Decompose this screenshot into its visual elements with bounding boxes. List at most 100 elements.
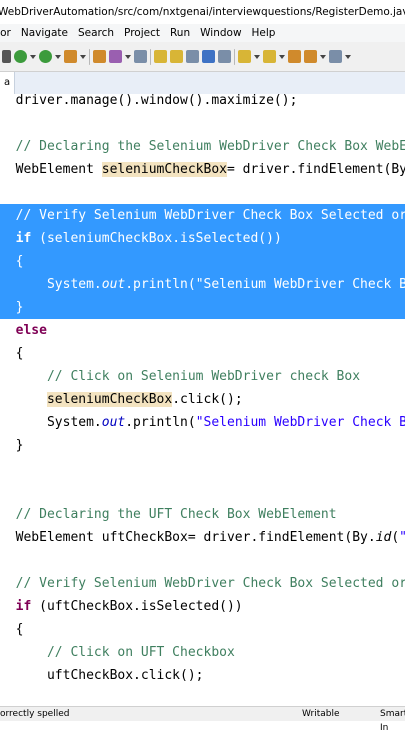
next-annotation-icon[interactable] (238, 50, 251, 63)
editor-tab-strip: a (0, 72, 405, 95)
code-token: } (0, 300, 24, 315)
dropdown-caret-icon[interactable] (254, 54, 260, 59)
toggle-block-selection-icon[interactable] (218, 50, 231, 63)
code-line[interactable]: System.out.println("Selenium WebDriver C… (0, 411, 405, 434)
debug-icon[interactable] (14, 50, 27, 63)
search-icon[interactable] (186, 50, 199, 63)
code-line[interactable]: driver.manage().window().maximize(); (0, 94, 405, 112)
toolbar (0, 42, 405, 72)
run-icon[interactable] (39, 50, 52, 63)
menu-item[interactable]: Project (124, 24, 160, 42)
toolbar-grip-icon (2, 50, 11, 63)
editor-tab-label: a (4, 77, 11, 88)
code-line[interactable]: // Click on UFT Checkbox (0, 641, 405, 664)
code-line[interactable] (0, 181, 405, 204)
status-insert-mode: Smart In (380, 709, 405, 733)
code-line[interactable]: // Declaring the Selenium WebDriver Chec… (0, 135, 405, 158)
menu-item[interactable]: Help (252, 24, 276, 42)
code-line[interactable] (0, 480, 405, 503)
code-token: // Click on UFT Checkbox (0, 645, 235, 660)
code-line[interactable]: } (0, 434, 405, 457)
dropdown-caret-icon[interactable] (320, 54, 326, 59)
code-token: if (15, 231, 32, 246)
code-token: "Selenium WebDriver Check Box is Not Sel… (195, 277, 405, 292)
code-token: uftCheckBox.click(); (0, 668, 204, 683)
code-token: driver.manage().window().maximize(); (0, 94, 298, 108)
last-edit-location-icon[interactable] (288, 50, 301, 63)
menu-item[interactable]: Navigate (21, 24, 68, 42)
open-task-icon[interactable] (170, 50, 183, 63)
menu-item[interactable]: tor (0, 24, 11, 42)
code-token: .println( (125, 415, 196, 430)
code-token: else (15, 323, 47, 338)
code-token: seleniumCheckBox (101, 162, 227, 177)
code-line[interactable]: { (0, 342, 405, 365)
code-token: System. (0, 415, 102, 430)
code-line[interactable]: seleniumCheckBox.click(); (0, 388, 405, 411)
menu-item[interactable]: Window (200, 24, 241, 42)
code-line[interactable]: } (0, 296, 405, 319)
dropdown-caret-icon[interactable] (30, 54, 36, 59)
status-spelling: orrectly spelled (0, 709, 70, 719)
code-token: // Verify Selenium WebDriver Check Box S… (0, 208, 405, 223)
previous-annotation-icon[interactable] (263, 50, 276, 63)
code-line[interactable]: if (seleniumCheckBox.isSelected()) (0, 227, 405, 250)
menu-bar: tor Navigate Search Project Run Window Help (0, 24, 405, 42)
editor-tab[interactable]: a (0, 72, 16, 94)
new-package-icon[interactable] (109, 50, 122, 63)
status-writable: Writable (302, 709, 340, 719)
code-token: = driver.findElement(By. (226, 162, 405, 177)
menu-item[interactable]: Run (170, 24, 190, 42)
toolbar-separator (89, 48, 90, 65)
code-line[interactable] (0, 457, 405, 480)
code-token: // Click on Selenium WebDriver check Box (0, 369, 361, 384)
code-token: if (15, 599, 32, 614)
toolbar-separator (234, 48, 235, 65)
code-line[interactable]: else (0, 319, 405, 342)
code-line[interactable]: if (uftCheckBox.isSelected()) (0, 595, 405, 618)
code-token: out (101, 415, 126, 430)
window-title: WebDriverAutomation/src/com/nxtgenai/int… (0, 6, 405, 18)
code-token: // Verify Selenium WebDriver Check Box S… (0, 576, 405, 591)
dropdown-caret-icon[interactable] (55, 54, 61, 59)
new-java-project-icon[interactable] (93, 50, 106, 63)
code-token: { (0, 622, 24, 637)
code-token: { (0, 346, 24, 361)
code-token: (uftCheckBox.isSelected()) (31, 599, 243, 614)
back-icon[interactable] (304, 50, 317, 63)
open-type-icon[interactable] (154, 50, 167, 63)
code-token: // Declaring the UFT Check Box WebElemen… (0, 507, 337, 522)
dropdown-caret-icon[interactable] (80, 54, 86, 59)
toggle-mark-occurrences-icon[interactable] (202, 50, 215, 63)
code-line[interactable]: { (0, 250, 405, 273)
code-line[interactable]: // Declaring the UFT Check Box WebElemen… (0, 503, 405, 526)
code-line[interactable]: // Click on Selenium WebDriver check Box (0, 365, 405, 388)
code-line[interactable]: // Verify Selenium WebDriver Check Box S… (0, 204, 405, 227)
code-line[interactable] (0, 549, 405, 572)
menu-item[interactable]: Search (78, 24, 114, 42)
code-line[interactable]: uftCheckBox.click(); (0, 664, 405, 687)
code-line[interactable]: { (0, 618, 405, 641)
code-token: out (101, 277, 126, 292)
code-token: id (375, 530, 392, 545)
dropdown-caret-icon[interactable] (125, 54, 131, 59)
code-editor[interactable]: driver.manage().window().maximize(); // … (0, 94, 405, 706)
code-line[interactable]: WebElement uftCheckBox= driver.findEleme… (0, 526, 405, 549)
new-class-icon[interactable] (134, 50, 147, 63)
status-bar: orrectly spelled Writable Smart In (0, 706, 405, 733)
code-line[interactable]: System.out.println("Selenium WebDriver C… (0, 273, 405, 296)
code-line[interactable]: WebElement seleniumCheckBox= driver.find… (0, 158, 405, 181)
dropdown-caret-icon[interactable] (279, 54, 285, 59)
code-line[interactable] (0, 112, 405, 135)
code-token: .println( (125, 277, 196, 292)
code-token: // Declaring the Selenium WebDriver Chec… (15, 139, 405, 154)
forward-icon[interactable] (329, 50, 342, 63)
external-tools-icon[interactable] (64, 50, 77, 63)
code-token: { (0, 254, 24, 269)
window-title-bar: WebDriverAutomation/src/com/nxtgenai/int… (0, 0, 405, 25)
code-token: WebElement uftCheckBox= driver.findEleme… (0, 530, 376, 545)
code-line[interactable]: // Verify Selenium WebDriver Check Box S… (0, 572, 405, 595)
dropdown-caret-icon[interactable] (345, 54, 351, 59)
